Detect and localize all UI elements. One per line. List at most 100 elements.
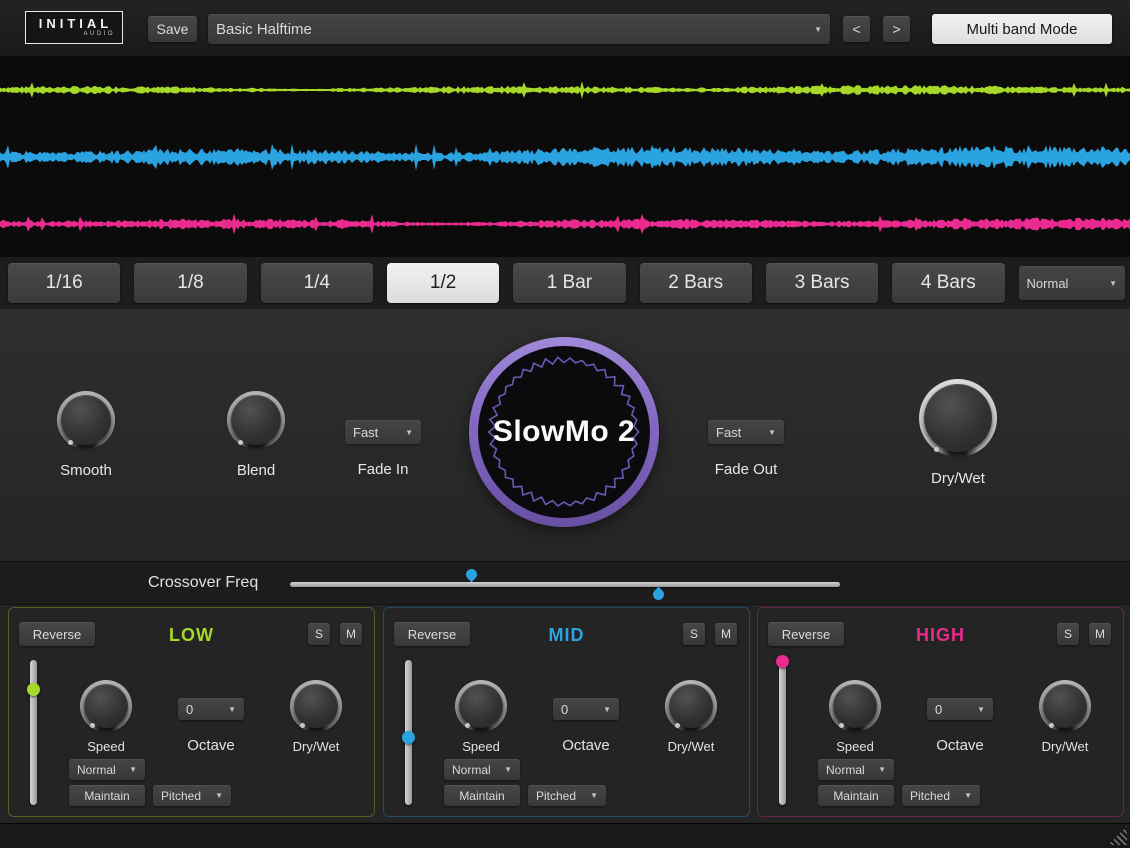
octave-value: 0 (561, 702, 568, 717)
low-band-waveform (0, 57, 1130, 124)
band-level-slider[interactable] (779, 660, 786, 805)
pitched-dropdown[interactable]: Pitched ▼ (902, 785, 980, 806)
solo-button[interactable]: S (308, 623, 330, 645)
waveform-display (0, 57, 1130, 257)
drywet-control: Dry/Wet (898, 379, 1018, 487)
speed-knob[interactable] (829, 680, 881, 732)
band-drywet-knob[interactable] (665, 680, 717, 732)
band-panel-mid: MID Reverse S M Speed 0 ▼ Octave Dry/Wet… (383, 607, 750, 817)
chevron-down-icon: ▼ (498, 765, 512, 774)
playback-mode-dropdown[interactable]: Normal ▼ (1019, 266, 1125, 300)
solo-button[interactable]: S (683, 623, 705, 645)
division-button-1-bar[interactable]: 1 Bar (513, 263, 625, 303)
smooth-control: Smooth (26, 391, 146, 479)
band-panels: LOW Reverse S M Speed 0 ▼ Octave Dry/Wet… (0, 605, 1130, 823)
band-level-handle[interactable] (27, 683, 40, 696)
octave-value: 0 (935, 702, 942, 717)
main-controls: Smooth Blend Fast ▼ Fade In SlowMo 2 Fas… (0, 309, 1130, 561)
speed-label: Speed (50, 739, 162, 754)
preset-value: Basic Halftime (216, 21, 312, 38)
drywet-knob[interactable] (919, 379, 997, 457)
speed-label: Speed (799, 739, 911, 754)
chevron-down-icon: ▼ (762, 428, 776, 437)
crossover-freq-label: Crossover Freq (148, 574, 258, 592)
reverse-button[interactable]: Reverse (768, 622, 844, 646)
multi-band-mode-button[interactable]: Multi band Mode (932, 14, 1112, 44)
band-drywet-label: Dry/Wet (260, 739, 372, 754)
crossover-handle-1[interactable] (464, 567, 480, 583)
solo-button[interactable]: S (1057, 623, 1079, 645)
maintain-button[interactable]: Maintain (69, 785, 145, 806)
blend-knob[interactable] (227, 391, 285, 449)
blend-control: Blend (196, 391, 316, 479)
division-button-1-4[interactable]: 1/4 (261, 263, 373, 303)
band-panel-low: LOW Reverse S M Speed 0 ▼ Octave Dry/Wet… (8, 607, 375, 817)
division-button-3-bars[interactable]: 3 Bars (766, 263, 878, 303)
octave-label: Octave (155, 737, 267, 754)
band-mode-value: Normal (452, 763, 491, 777)
resize-grip[interactable] (1108, 826, 1127, 845)
octave-dropdown[interactable]: 0 ▼ (178, 698, 244, 720)
fade-in-control: Fast ▼ Fade In (323, 420, 443, 478)
smooth-label: Smooth (60, 462, 112, 479)
chevron-down-icon: ▼ (872, 765, 886, 774)
previous-preset-button[interactable]: < (843, 16, 870, 42)
mute-button[interactable]: M (340, 623, 362, 645)
maintain-button[interactable]: Maintain (444, 785, 520, 806)
band-drywet-label: Dry/Wet (1009, 739, 1121, 754)
chevron-down-icon: ▼ (1103, 279, 1117, 288)
division-row: 1/16 1/8 1/4 1/2 1 Bar 2 Bars 3 Bars 4 Bars Nor… (0, 257, 1130, 309)
division-button-1-16[interactable]: 1/16 (8, 263, 120, 303)
fade-out-dropdown[interactable]: Fast ▼ (708, 420, 784, 444)
band-mode-dropdown[interactable]: Normal ▼ (444, 759, 520, 780)
division-button-2-bars[interactable]: 2 Bars (640, 263, 752, 303)
pitched-value: Pitched (161, 789, 201, 803)
chevron-down-icon: ▼ (958, 791, 972, 800)
octave-value: 0 (186, 702, 193, 717)
octave-dropdown[interactable]: 0 ▼ (553, 698, 619, 720)
band-level-handle[interactable] (776, 655, 789, 668)
band-panel-high: HIGH Reverse S M Speed 0 ▼ Octave Dry/We… (757, 607, 1124, 817)
speed-knob[interactable] (455, 680, 507, 732)
division-button-4-bars[interactable]: 4 Bars (892, 263, 1004, 303)
maintain-button[interactable]: Maintain (818, 785, 894, 806)
plugin-title: SlowMo 2 (493, 415, 635, 449)
mute-button[interactable]: M (715, 623, 737, 645)
band-level-handle[interactable] (402, 731, 415, 744)
reverse-button[interactable]: Reverse (19, 622, 95, 646)
high-band-waveform (0, 191, 1130, 258)
band-drywet-knob[interactable] (290, 680, 342, 732)
band-drywet-knob[interactable] (1039, 680, 1091, 732)
octave-dropdown[interactable]: 0 ▼ (927, 698, 993, 720)
fade-out-control: Fast ▼ Fade Out (686, 420, 806, 478)
chevron-down-icon: ▼ (808, 25, 822, 34)
speed-knob[interactable] (80, 680, 132, 732)
playback-mode-value: Normal (1027, 276, 1069, 291)
division-button-1-2[interactable]: 1/2 (387, 263, 499, 303)
pitched-dropdown[interactable]: Pitched ▼ (528, 785, 606, 806)
fade-in-label: Fade In (358, 461, 409, 478)
logo-subtext: AUDIO (83, 31, 115, 38)
crossover-slider[interactable] (290, 582, 840, 587)
plugin-logo-inner: SlowMo 2 (478, 346, 650, 518)
save-button[interactable]: Save (148, 16, 197, 42)
fade-in-dropdown[interactable]: Fast ▼ (345, 420, 421, 444)
status-bar (0, 823, 1130, 848)
mid-band-waveform (0, 124, 1130, 191)
logo-text: INITIAL (36, 17, 113, 31)
mute-button[interactable]: M (1089, 623, 1111, 645)
band-level-slider[interactable] (405, 660, 412, 805)
band-drywet-label: Dry/Wet (635, 739, 747, 754)
preset-dropdown[interactable]: Basic Halftime ▼ (208, 14, 830, 44)
crossover-handle-2[interactable] (651, 587, 667, 603)
band-mode-value: Normal (826, 763, 865, 777)
division-button-1-8[interactable]: 1/8 (134, 263, 246, 303)
next-preset-button[interactable]: > (883, 16, 910, 42)
smooth-knob[interactable] (57, 391, 115, 449)
reverse-button[interactable]: Reverse (394, 622, 470, 646)
plugin-logo-circle: SlowMo 2 (469, 337, 659, 527)
band-mode-dropdown[interactable]: Normal ▼ (818, 759, 894, 780)
band-level-slider[interactable] (30, 660, 37, 805)
pitched-dropdown[interactable]: Pitched ▼ (153, 785, 231, 806)
band-mode-dropdown[interactable]: Normal ▼ (69, 759, 145, 780)
